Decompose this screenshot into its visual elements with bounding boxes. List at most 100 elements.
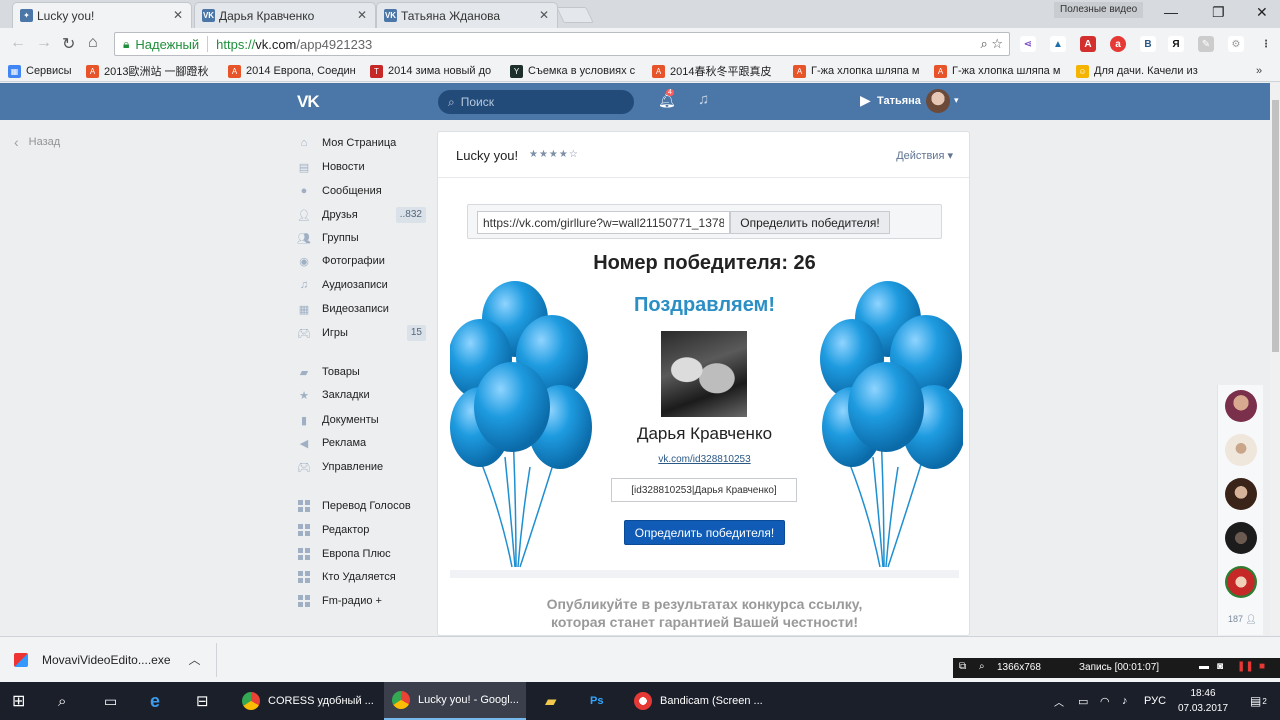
maximize-icon[interactable]: ❐ xyxy=(1212,4,1225,21)
bookmark-item[interactable]: A 2014春秋冬平跟真皮 xyxy=(652,63,784,79)
friend-avatar[interactable] xyxy=(1225,566,1257,598)
wifi-icon[interactable]: ◠ xyxy=(1100,682,1110,720)
tab-lucky-you[interactable]: ✦ Lucky you! ✕ xyxy=(12,2,192,28)
sidebar-item-photos[interactable]: ◉ Фотографии xyxy=(297,251,429,271)
task-view-icon[interactable]: ▭ xyxy=(104,682,117,720)
network-icon[interactable]: ▭ xyxy=(1078,682,1088,720)
friend-avatar[interactable] xyxy=(1225,522,1257,554)
sidebar-item-groups[interactable]: 👥︎ Группы xyxy=(297,228,429,248)
close-tab-icon[interactable]: ✕ xyxy=(173,8,183,22)
sidebar-item-app[interactable]: Fm-радио + xyxy=(297,591,429,611)
sidebar-item-app[interactable]: Кто Удаляется xyxy=(297,567,429,587)
chevron-up-icon[interactable]: ︿ xyxy=(1054,682,1064,720)
gray-extension-icon[interactable]: ✎ xyxy=(1198,36,1214,52)
determine-winner-button[interactable]: Определить победителя! xyxy=(730,211,890,234)
pause-icon[interactable]: ❚❚ xyxy=(1237,661,1254,672)
sidebar-item-goods[interactable]: ▰ Товары xyxy=(297,362,429,382)
vk-search[interactable]: ⌕ xyxy=(438,90,634,114)
actions-menu[interactable]: Действия ▾ xyxy=(896,149,953,162)
volume-icon[interactable]: ♪ xyxy=(1122,682,1128,720)
notification-center-icon[interactable]: ▤ 2 xyxy=(1250,682,1267,720)
store-icon[interactable]: ⊟ xyxy=(196,682,209,720)
taskbar-clock[interactable]: 18:46 07.03.2017 xyxy=(1170,686,1236,716)
sidebar-item-manage[interactable]: 🎮︎ Управление xyxy=(297,457,429,477)
chevron-up-icon[interactable]: ︿ xyxy=(189,651,201,668)
back-link[interactable]: ‹ Назад xyxy=(14,134,60,150)
windows-start-icon[interactable]: ⊞ xyxy=(12,682,25,720)
friend-avatar[interactable] xyxy=(1225,390,1257,422)
sidebar-item-games[interactable]: 🎮︎ Игры 15 xyxy=(297,323,429,343)
bookmark-item[interactable]: T 2014 зима новый до xyxy=(370,63,500,79)
bookmark-item[interactable]: ☺ Для дачи. Качели из xyxy=(1076,63,1206,79)
winner-photo[interactable] xyxy=(661,331,747,417)
tab-darya[interactable]: VK Дарья Кравченко ✕ xyxy=(194,2,376,28)
vk-logo-icon[interactable]: VK xyxy=(297,92,320,112)
sidebar-item-bookmarks[interactable]: ★ Закладки xyxy=(297,385,429,405)
folder-icon[interactable]: ▬ xyxy=(1199,661,1209,672)
sidebar-item-app[interactable]: Перевод Голосов xyxy=(297,496,429,516)
sidebar-item-app[interactable]: Европа Плюс xyxy=(297,544,429,564)
back-arrow-icon[interactable]: ← xyxy=(10,34,26,52)
gear-icon[interactable]: ⚙ xyxy=(1228,36,1244,52)
language-indicator[interactable]: РУС xyxy=(1144,682,1166,720)
bookmark-apps[interactable]: ▦ Сервисы xyxy=(8,63,78,79)
yandex-extension-icon[interactable]: Я xyxy=(1168,36,1184,52)
tab-tatyana[interactable]: VK Татьяна Жданова ✕ xyxy=(376,2,558,28)
address-bar[interactable]: 🔒︎ Надежный https:// vk.com /app4921233 … xyxy=(114,32,1010,56)
winner-mention-field[interactable] xyxy=(611,478,797,502)
useful-video-label[interactable]: Полезные видео xyxy=(1054,2,1144,18)
post-url-input[interactable] xyxy=(477,211,730,234)
sidebar-item-video[interactable]: ▦ Видеозаписи xyxy=(297,299,429,319)
sidebar-item-friends[interactable]: 👤︎ Друзья ..832 xyxy=(297,205,429,225)
sidebar-item-audio[interactable]: ♫ Аудиозаписи xyxy=(297,275,429,295)
avatar[interactable] xyxy=(926,89,950,113)
sidebar-item-ads[interactable]: ◀ Реклама xyxy=(297,433,429,453)
sidebar-item-messages[interactable]: ● Сообщения xyxy=(297,181,429,201)
bookmark-item[interactable]: A 2014 Европа, Соедин xyxy=(228,63,358,79)
chevron-down-icon[interactable]: ▾ xyxy=(954,95,959,106)
minimize-icon[interactable]: — xyxy=(1164,4,1178,20)
music-icon[interactable]: ♫ xyxy=(698,91,709,108)
friend-avatar[interactable] xyxy=(1225,478,1257,510)
bookmark-item[interactable]: A Г-жа хлопка шляпа м xyxy=(793,63,925,79)
photoshop-icon[interactable]: Ps xyxy=(590,682,603,720)
taskbar-chrome-lucky[interactable]: Lucky you! - Googl... xyxy=(384,682,526,720)
taskbar-bandicam[interactable]: Bandicam (Screen ... xyxy=(626,682,768,720)
user-name[interactable]: Татьяна xyxy=(877,95,921,107)
friend-avatar[interactable] xyxy=(1225,434,1257,466)
sidebar-item-documents[interactable]: ▮ Документы xyxy=(297,410,429,430)
adblock-extension-icon[interactable]: A xyxy=(1080,36,1096,52)
search-icon[interactable]: ⌕ xyxy=(58,682,66,720)
rating-stars[interactable]: ★★★★☆ xyxy=(529,149,579,160)
friends-online-count[interactable]: 187 👤︎ xyxy=(1228,614,1257,625)
bookmark-item[interactable]: Y Съемка в условиях с xyxy=(510,63,644,79)
determine-winner-primary-button[interactable]: Определить победителя! xyxy=(624,520,785,545)
red-extension-icon[interactable]: a xyxy=(1110,36,1126,52)
new-tab-button[interactable] xyxy=(556,7,594,23)
bookmark-item[interactable]: A Г-жа хлопка шляпа м xyxy=(934,63,1066,79)
bookmark-item[interactable]: A 2013歐洲站 一腳蹬秋 xyxy=(86,63,218,79)
window-icon[interactable]: ⧉ xyxy=(959,661,966,672)
stop-icon[interactable]: ■ xyxy=(1259,661,1265,672)
camera-icon[interactable]: ◙ xyxy=(1217,661,1223,672)
taskbar-chrome-coress[interactable]: CORESS удобный ... xyxy=(234,682,376,720)
sidebar-item-app[interactable]: Редактор xyxy=(297,520,429,540)
vk-extension-icon[interactable]: B xyxy=(1140,36,1156,52)
winner-profile-link[interactable]: vk.com/id328810253 xyxy=(438,454,969,465)
close-tab-icon[interactable]: ✕ xyxy=(539,8,549,22)
kebab-menu-icon[interactable]: ⋮ xyxy=(1258,36,1274,52)
droplet-extension-icon[interactable]: ▲ xyxy=(1050,36,1066,52)
close-tab-icon[interactable]: ✕ xyxy=(357,8,367,22)
download-item[interactable]: MovaviVideoEdito....exe ︿ xyxy=(14,651,201,668)
window-close-icon[interactable]: ✕ xyxy=(1256,4,1268,21)
file-explorer-icon[interactable]: ▰ xyxy=(545,682,557,720)
search-icon[interactable]: ⌕ xyxy=(979,661,985,672)
edge-icon[interactable]: e xyxy=(150,682,160,720)
sidebar-item-news[interactable]: ▤ Новости xyxy=(297,157,429,177)
play-icon[interactable]: ▶ xyxy=(860,92,871,109)
home-icon[interactable]: ⌂ xyxy=(88,34,98,52)
search-input[interactable] xyxy=(460,95,611,109)
reload-icon[interactable]: ↻ xyxy=(62,34,75,54)
forward-arrow-icon[interactable]: → xyxy=(36,34,52,52)
zoom-star-icons[interactable]: ⌕ ☆ xyxy=(980,36,1003,52)
